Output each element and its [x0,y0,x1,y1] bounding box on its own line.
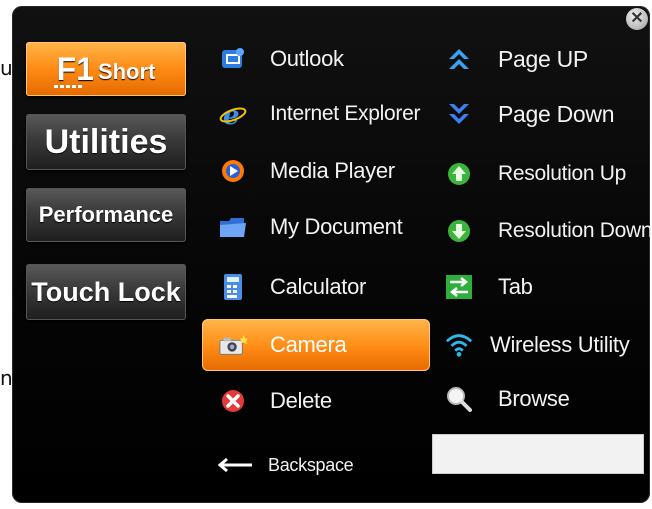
shortcut-resolution-up[interactable]: Resolution Up [444,159,626,189]
f1-label: F1 [56,50,94,87]
internet-explorer-icon: e [218,99,248,129]
magnifier-icon [444,384,474,414]
media-player-icon [218,156,248,186]
f1-dots-decoration [54,85,84,88]
resolution-down-label: Resolution Down [498,219,652,242]
shortcut-backspace[interactable]: Backspace [218,450,354,480]
shortcut-resolution-down[interactable]: Resolution Down [444,216,652,246]
page-down-icon [444,99,474,129]
utilities-label: Utilities [44,122,168,161]
shortcut-panel: ✕ F1 Short Utilities Performance Touch L… [12,6,652,503]
shortcut-internet-explorer[interactable]: e Internet Explorer [218,99,420,129]
outlook-icon [218,44,248,74]
browse-label: Browse [498,386,570,411]
camera-icon [218,330,248,360]
close-button[interactable]: ✕ [626,8,648,30]
tab-label: Tab [498,274,533,299]
calculator-icon [218,272,248,302]
performance-button[interactable]: Performance [26,188,186,242]
shortcut-wireless-utility[interactable]: Wireless Utility [444,330,630,360]
short-label: Short [97,59,156,84]
backspace-label: Backspace [268,454,354,475]
touch-lock-label: Touch Lock [31,276,181,307]
page-up-label: Page UP [498,45,588,72]
shortcut-browse[interactable]: Browse [444,384,570,414]
touch-lock-button[interactable]: Touch Lock [26,264,186,320]
edge-text-top: u [0,56,13,80]
resolution-down-icon [444,216,474,246]
calculator-label: Calculator [270,274,367,299]
shortcut-media-player[interactable]: Media Player [218,156,395,186]
close-icon: ✕ [630,10,644,27]
delete-label: Delete [270,388,332,413]
internet-explorer-label: Internet Explorer [270,102,421,125]
folder-icon [218,212,248,242]
wireless-utility-label: Wireless Utility [490,332,630,357]
resolution-up-label: Resolution Up [498,162,627,185]
page-up-icon [444,44,474,74]
tab-icon [444,272,474,302]
shortcut-my-document[interactable]: My Document [218,212,403,242]
shortcut-camera[interactable]: Camera [218,330,347,360]
shortcut-page-down[interactable]: Page Down [444,99,615,129]
page-down-label: Page Down [498,100,615,127]
utilities-button[interactable]: Utilities [26,114,186,170]
f1-short-button[interactable]: F1 Short [26,42,186,96]
resolution-up-icon [444,159,474,189]
performance-label: Performance [38,202,174,227]
delete-icon [218,386,248,416]
shortcut-outlook[interactable]: Outlook [218,44,344,74]
shortcut-delete[interactable]: Delete [218,386,332,416]
shortcut-tab[interactable]: Tab [444,272,533,302]
shortcut-page-up[interactable]: Page UP [444,44,588,74]
my-document-label: My Document [270,214,403,239]
outlook-label: Outlook [270,46,344,71]
browse-input[interactable] [432,434,644,474]
camera-label: Camera [270,332,347,357]
backspace-arrow-icon [218,450,254,480]
shortcut-calculator[interactable]: Calculator [218,272,366,302]
edge-text-middle: n [0,366,13,390]
svg-text:e: e [223,101,240,128]
media-player-label: Media Player [270,158,395,183]
wireless-icon [444,330,474,360]
